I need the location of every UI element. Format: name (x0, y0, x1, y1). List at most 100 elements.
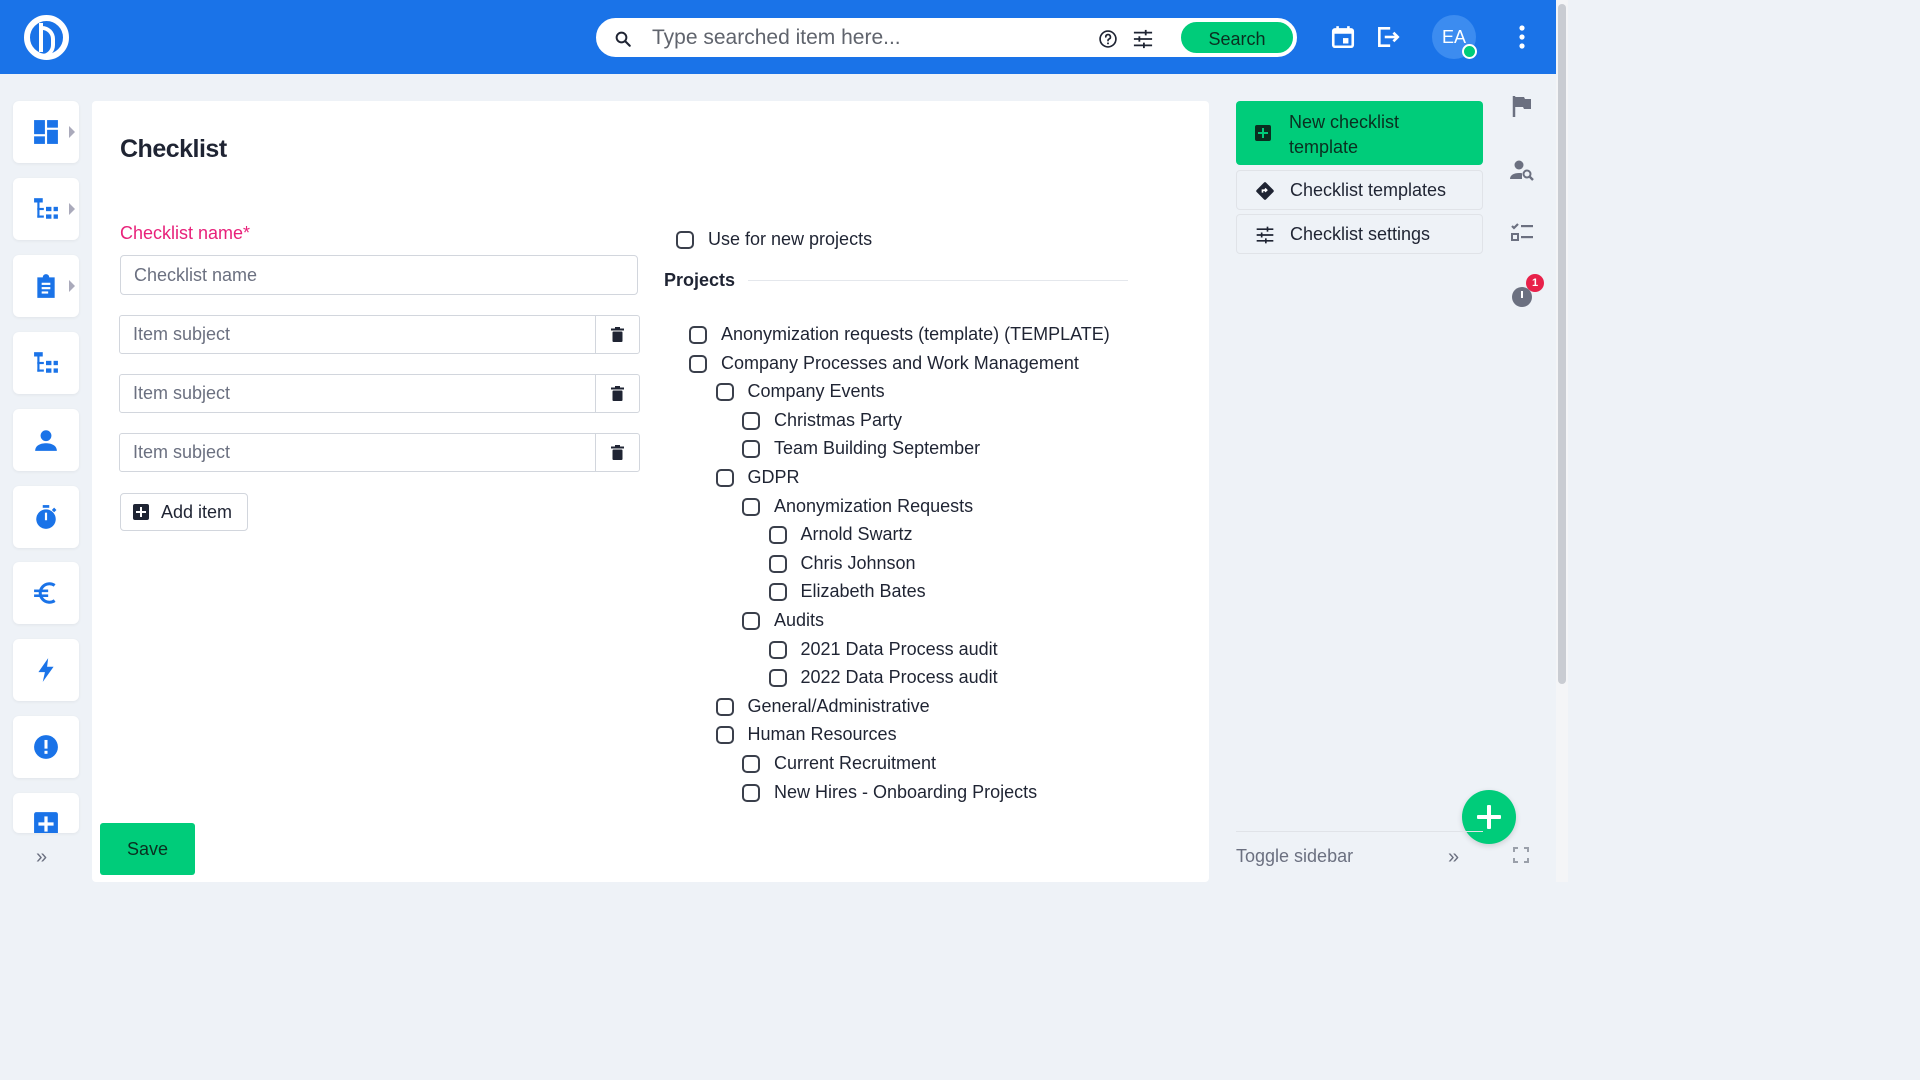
calendar-icon[interactable] (1330, 24, 1356, 50)
nav-add[interactable] (13, 793, 79, 833)
checklist-templates-button[interactable]: Checklist templates (1236, 170, 1483, 210)
project-label: Team Building September (774, 438, 981, 459)
nav-alerts[interactable] (13, 716, 79, 778)
fullscreen-icon[interactable] (1513, 847, 1529, 863)
item-subject-input[interactable] (120, 434, 596, 471)
divider (1236, 831, 1483, 832)
flag-icon[interactable] (1510, 94, 1534, 118)
project-checkbox[interactable] (742, 497, 760, 516)
search-input[interactable] (652, 22, 1072, 54)
scrollbar-thumb[interactable] (1558, 4, 1566, 684)
nav-projects[interactable] (13, 178, 79, 240)
project-label: New Hires - Onboarding Projects (774, 781, 1038, 802)
logout-icon[interactable] (1375, 24, 1401, 50)
project-label: Arnold Swartz (800, 524, 913, 545)
use-for-new-projects-label: Use for new projects (708, 229, 873, 249)
project-checkbox[interactable] (715, 697, 734, 716)
project-label: GDPR (747, 467, 800, 487)
nav-users[interactable] (13, 409, 79, 471)
project-checkbox[interactable] (768, 554, 787, 573)
search-button[interactable]: Search (1179, 20, 1295, 55)
nav-time-tracking[interactable] (13, 486, 79, 548)
filter-options-icon[interactable] (1132, 29, 1154, 49)
delete-item-button[interactable] (596, 375, 639, 412)
dashboard-icon (34, 120, 58, 144)
project-checkbox[interactable] (742, 755, 760, 773)
project-label: General/Administrative (747, 695, 930, 716)
project-label: Chris Johnson (800, 552, 916, 573)
add-item-button[interactable]: Add item (120, 493, 248, 531)
project-checkbox[interactable] (742, 783, 760, 802)
user-search-icon[interactable] (1510, 158, 1534, 182)
project-checkbox[interactable] (742, 440, 760, 459)
expand-caret-icon (69, 280, 75, 292)
project-checkbox[interactable] (715, 726, 734, 745)
project-label: Human Resources (747, 724, 897, 745)
help-icon[interactable] (1098, 29, 1118, 49)
checklist-name-input[interactable] (120, 255, 638, 295)
checklist-icon[interactable] (1510, 220, 1534, 244)
more-vertical-icon[interactable] (1514, 24, 1530, 50)
trash-icon (611, 386, 624, 401)
lightning-icon (38, 658, 54, 682)
item-row (119, 433, 640, 472)
nav-dashboard[interactable] (13, 101, 79, 163)
nav-finance[interactable] (13, 562, 79, 624)
top-bar: Search EA (0, 0, 1556, 74)
trash-icon (611, 445, 624, 460)
projects-tree-icon (34, 198, 58, 219)
project-label: Company Processes and Work Management (721, 352, 1079, 373)
user-avatar[interactable]: EA (1432, 15, 1477, 59)
timer-notification-badge: 1 (1526, 274, 1544, 292)
use-for-new-projects-checkbox[interactable] (676, 231, 694, 249)
project-checkbox[interactable] (768, 526, 787, 545)
search-icon (615, 31, 631, 47)
project-checkbox[interactable] (742, 612, 760, 630)
project-checkbox[interactable] (768, 583, 787, 602)
project-checkbox[interactable] (689, 326, 707, 344)
tasks-clipboard-icon (37, 274, 55, 298)
save-button[interactable]: Save (100, 823, 195, 875)
checklist-settings-button[interactable]: Checklist settings (1236, 214, 1483, 254)
user-icon (35, 430, 57, 451)
project-checkbox[interactable] (742, 411, 760, 430)
toggle-sidebar-button[interactable]: Toggle sidebar (1236, 846, 1353, 867)
delete-item-button[interactable] (596, 434, 639, 471)
diamond-arrow-icon (1256, 182, 1274, 200)
project-checkbox[interactable] (715, 469, 734, 487)
structure-icon (34, 352, 58, 373)
item-subject-input[interactable] (120, 375, 596, 412)
expand-caret-icon (69, 126, 75, 138)
project-label: Christmas Party (774, 409, 903, 430)
checklist-form-card: Checklist Checklist name* Add item Use f… (92, 101, 1209, 882)
item-row (119, 315, 640, 354)
online-status-dot (1462, 44, 1477, 59)
toggle-sidebar-arrows-icon[interactable]: » (1448, 846, 1459, 869)
add-box-icon (34, 812, 58, 833)
app-logo-icon[interactable] (24, 15, 69, 60)
project-checkbox[interactable] (689, 354, 707, 373)
project-checkbox[interactable] (715, 383, 734, 402)
project-checkbox[interactable] (768, 640, 787, 659)
divider (748, 280, 1128, 281)
add-box-icon (133, 504, 149, 520)
expand-nav-button[interactable]: » (36, 846, 47, 869)
page-scrollbar[interactable] (1556, 0, 1568, 882)
trash-icon (611, 327, 624, 342)
add-box-icon (1255, 125, 1271, 141)
nav-tasks[interactable] (13, 255, 79, 317)
checklist-templates-label: Checklist templates (1290, 180, 1447, 200)
nav-structure[interactable] (13, 332, 79, 394)
alert-icon (34, 735, 58, 759)
item-subject-input[interactable] (120, 316, 596, 353)
checklist-settings-label: Checklist settings (1290, 224, 1431, 244)
project-label: Elizabeth Bates (800, 581, 926, 602)
add-fab-button[interactable] (1462, 790, 1516, 844)
delete-item-button[interactable] (596, 316, 639, 353)
new-checklist-template-button[interactable]: New checklist template (1236, 101, 1483, 165)
tune-settings-icon (1256, 226, 1274, 244)
euro-icon (34, 582, 56, 604)
project-label: 2022 Data Process audit (800, 667, 998, 688)
project-checkbox[interactable] (768, 669, 787, 688)
nav-actions[interactable] (13, 639, 79, 701)
